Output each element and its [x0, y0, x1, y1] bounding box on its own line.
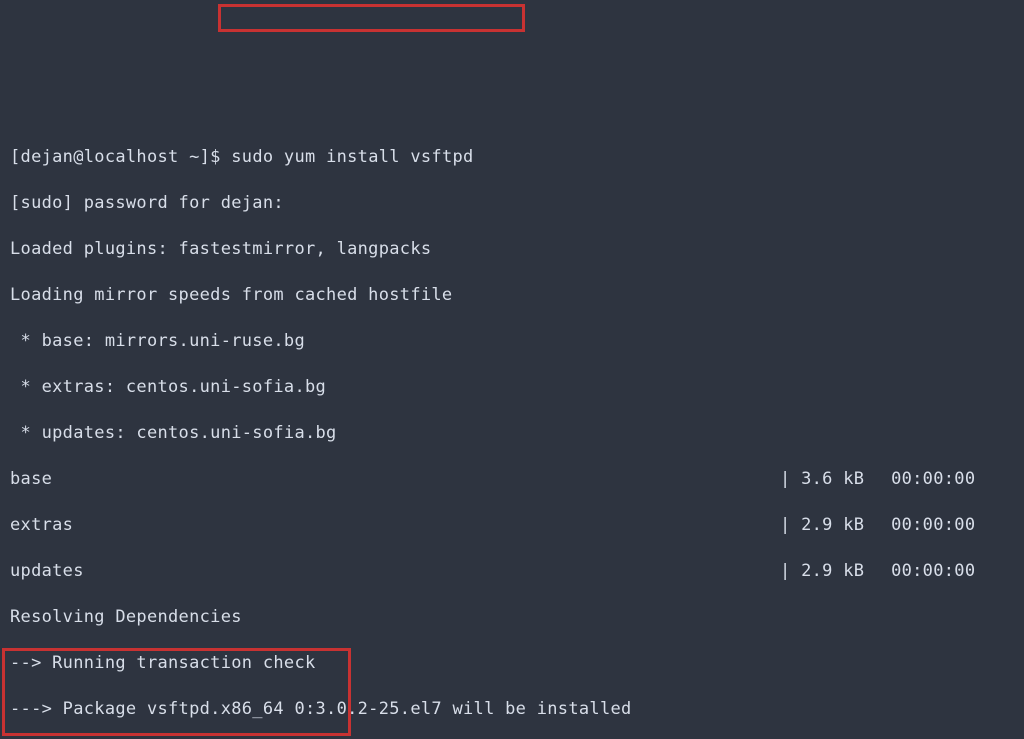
repo-row: updates| 2.9 kB 00:00:00: [10, 560, 1016, 583]
resolving-deps-line: Resolving Dependencies: [10, 606, 1016, 629]
prompt-line: [dejan@localhost ~]$ sudo yum install vs…: [10, 146, 1016, 169]
prompt-userhost: [dejan@localhost ~]$: [10, 147, 221, 167]
mirror-updates-line: * updates: centos.uni-sofia.bg: [10, 422, 1016, 445]
repo-size: | 2.9 kB: [780, 560, 870, 583]
repo-name: updates: [10, 560, 780, 583]
transaction-check-line: --> Running transaction check: [10, 652, 1016, 675]
repo-name: extras: [10, 514, 780, 537]
repo-time: 00:00:00: [870, 468, 975, 491]
repo-size: | 3.6 kB: [780, 468, 870, 491]
repo-size: | 2.9 kB: [780, 514, 870, 537]
loaded-plugins-line: Loaded plugins: fastestmirror, langpacks: [10, 238, 1016, 261]
package-install-line: ---> Package vsftpd.x86_64 0:3.0.2-25.el…: [10, 698, 1016, 721]
repo-time: 00:00:00: [870, 514, 975, 537]
terminal-window[interactable]: [dejan@localhost ~]$ sudo yum install vs…: [0, 0, 1024, 739]
mirror-extras-line: * extras: centos.uni-sofia.bg: [10, 376, 1016, 399]
sudo-password-line: [sudo] password for dejan:: [10, 192, 1016, 215]
command-text: sudo yum install vsftpd: [231, 147, 473, 167]
repo-row: extras| 2.9 kB 00:00:00: [10, 514, 1016, 537]
repo-time: 00:00:00: [870, 560, 975, 583]
command-highlight-box: [218, 4, 525, 32]
loading-mirrors-line: Loading mirror speeds from cached hostfi…: [10, 284, 1016, 307]
repo-name: base: [10, 468, 780, 491]
mirror-base-line: * base: mirrors.uni-ruse.bg: [10, 330, 1016, 353]
repo-row: base| 3.6 kB 00:00:00: [10, 468, 1016, 491]
